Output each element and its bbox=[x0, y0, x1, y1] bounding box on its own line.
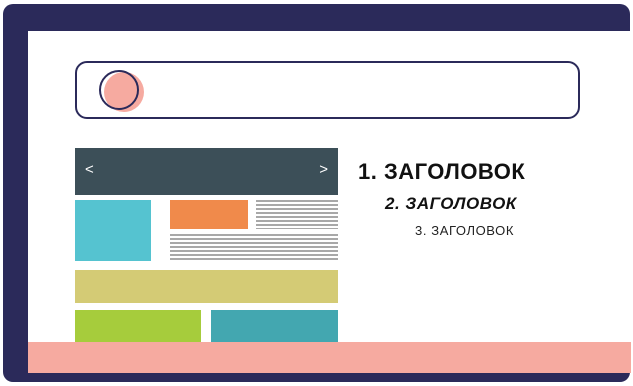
text-lines-short bbox=[256, 200, 338, 229]
next-arrow-icon[interactable]: > bbox=[319, 160, 328, 180]
left-footer-block bbox=[75, 310, 201, 345]
prev-arrow-icon[interactable]: < bbox=[85, 160, 94, 180]
text-lines-long bbox=[170, 234, 338, 262]
monitor-frame: < > 1. ЗАГОЛОВОК 2. ЗАГОЛОВОК 3. ЗАГОЛОВ… bbox=[3, 4, 631, 382]
search-icon[interactable] bbox=[99, 70, 139, 110]
browser-screen: < > 1. ЗАГОЛОВОК 2. ЗАГОЛОВОК 3. ЗАГОЛОВ… bbox=[28, 31, 631, 373]
heading-level-3: 3. ЗАГОЛОВОК bbox=[415, 223, 515, 238]
image-block bbox=[75, 200, 151, 261]
banner-block bbox=[75, 270, 338, 303]
heading-level-1: 1. ЗАГОЛОВОК bbox=[358, 159, 526, 184]
heading-level-2: 2. ЗАГОЛОВОК bbox=[385, 194, 517, 213]
address-bar[interactable] bbox=[75, 61, 580, 119]
slider-nav-bar: < > bbox=[75, 148, 338, 195]
right-footer-block bbox=[211, 310, 338, 345]
footer-band bbox=[28, 342, 631, 373]
title-block bbox=[170, 200, 248, 229]
page-layout-mockup: < > bbox=[75, 148, 338, 345]
